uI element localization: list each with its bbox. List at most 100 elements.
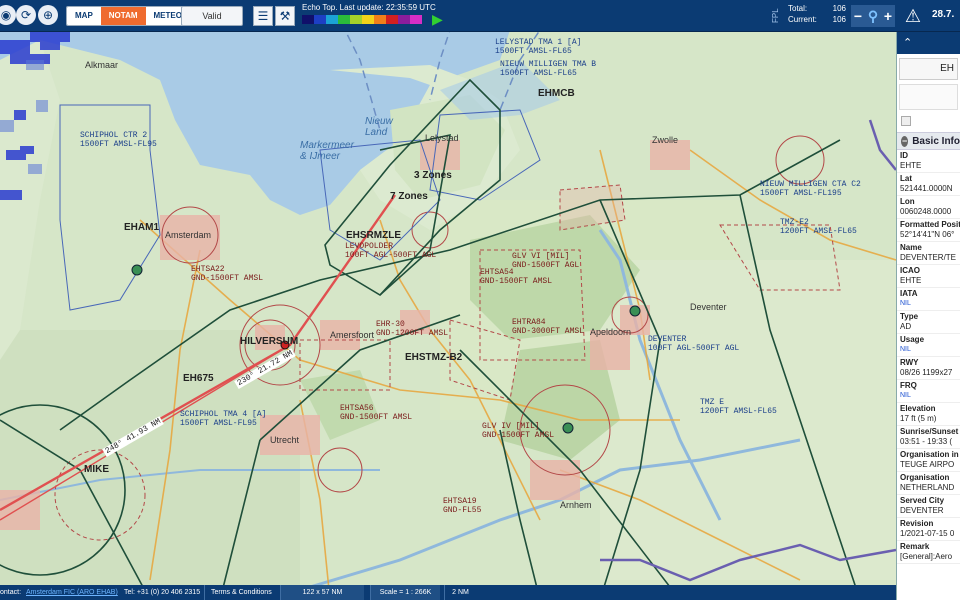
echo-color-swatch bbox=[398, 15, 410, 24]
info-field: Organisation NETHERLAND bbox=[897, 472, 960, 495]
echo-color-swatch bbox=[314, 15, 326, 24]
info-field-value[interactable]: NIL bbox=[900, 345, 957, 355]
town-label: Amsterdam bbox=[165, 230, 212, 240]
ehstmz-b2-label[interactable]: EHSTMZ-B2 bbox=[405, 352, 462, 363]
info-field-key: Organisation bbox=[900, 473, 950, 482]
eh675-label[interactable]: EH675 bbox=[183, 373, 214, 384]
ruler-icon[interactable]: ⚒ bbox=[275, 6, 295, 26]
info-field-key: Lon bbox=[900, 197, 915, 206]
ctr-label: TMZ-E2 1200FT AMSL-FL65 bbox=[780, 218, 857, 236]
refresh-icon[interactable]: ⟳ bbox=[16, 5, 36, 25]
total-value: 106 bbox=[832, 4, 846, 13]
scale-readout: Scale = 1 : 266K bbox=[370, 585, 440, 600]
zone-label: EHTRA84 GND-3000FT AMSL bbox=[512, 318, 585, 336]
ehsrmzle-label[interactable]: EHSRMZLE bbox=[346, 230, 401, 241]
info-field-value[interactable]: NIL bbox=[900, 299, 957, 309]
town-label: Alkmaar bbox=[85, 60, 119, 70]
ctr-label: NIEUW MILLIGEN TMA B 1500FT AMSL-FL65 bbox=[500, 60, 597, 78]
contact-link[interactable]: Amsterdam FIC (ARO EHAB) bbox=[26, 585, 118, 600]
echo-color-swatch bbox=[338, 15, 350, 24]
zones-label[interactable]: 7 Zones bbox=[390, 191, 428, 202]
zoom-out-icon[interactable]: − bbox=[854, 8, 862, 24]
town-label: Zwolle bbox=[652, 135, 679, 145]
echo-title: Echo Top. Last update: 22:35:59 UTC bbox=[302, 3, 436, 12]
search-icon[interactable]: ⚲ bbox=[868, 8, 878, 25]
zoom-in-icon[interactable]: + bbox=[884, 8, 892, 24]
info-field: ICAO EHTE bbox=[897, 265, 960, 288]
panel-checkbox[interactable] bbox=[901, 116, 911, 126]
panel-header[interactable]: ⌃ bbox=[897, 32, 960, 54]
terms-link[interactable]: Terms & Conditions bbox=[204, 585, 278, 600]
notam-tab[interactable]: NOTAM bbox=[100, 7, 146, 25]
distance-readout: 2 NM bbox=[444, 585, 476, 600]
panel-blank-field[interactable] bbox=[899, 84, 958, 110]
info-field: Organisation in CTEUGE AIRPO bbox=[897, 449, 960, 472]
warning-icon[interactable]: ⚠ bbox=[901, 4, 925, 28]
info-field-key: Type bbox=[900, 312, 919, 321]
info-field-key: Served City bbox=[900, 496, 945, 505]
zone-label: EHTSA56 GND-1500FT AMSL bbox=[340, 404, 413, 422]
info-field-key: Usage bbox=[900, 335, 925, 344]
layer-switch: MAP NOTAM METEO bbox=[66, 6, 191, 26]
town-label: Lelystad bbox=[425, 133, 459, 143]
info-field-value: EHTE bbox=[900, 276, 922, 285]
globe-icon[interactable]: ◉ bbox=[0, 5, 16, 25]
zones-label[interactable]: 3 Zones bbox=[414, 170, 452, 181]
info-panel: ⌃ EH − Basic Info ID EHTE Lat 521441.0000N L… bbox=[896, 32, 960, 600]
map-view[interactable]: Markermeer & IJmeer Nieuw Land Alkmaar Lel… bbox=[0, 0, 896, 600]
echo-color-swatch bbox=[302, 15, 314, 24]
echo-color-swatch bbox=[362, 15, 374, 24]
zoom-controls: − ⚲ + bbox=[851, 5, 895, 27]
globe-grid-icon[interactable]: ⊕ bbox=[38, 5, 58, 25]
status-bar: ontact: Amsterdam FIC (ARO EHAB) Tel: +3… bbox=[0, 585, 896, 600]
info-field: Type AD bbox=[897, 311, 960, 334]
info-field-key: IATA bbox=[900, 289, 918, 298]
chevron-up-icon[interactable]: ⌃ bbox=[903, 37, 912, 49]
info-field: Served City DEVENTER bbox=[897, 495, 960, 518]
list-icon[interactable]: ☰ bbox=[253, 6, 273, 26]
info-field: Formatted Posit 52°14'41"N 06° bbox=[897, 219, 960, 242]
info-field-value: AD bbox=[900, 322, 912, 331]
basic-info-header[interactable]: − Basic Info bbox=[897, 132, 960, 150]
info-field: RWY 08/26 1199x27 bbox=[897, 357, 960, 380]
basic-info-title: Basic Info bbox=[912, 135, 960, 147]
map-tab[interactable]: MAP bbox=[67, 7, 101, 25]
info-field-key: Remark bbox=[900, 542, 930, 551]
fpl-label[interactable]: FPL bbox=[771, 3, 785, 29]
zone-label: GLV VI [MIL] GND-1500FT AGL bbox=[512, 252, 580, 270]
info-field-value: 521441.0000N bbox=[900, 184, 953, 193]
zone-label: EHTSA54 GND-1500FT AMSL bbox=[480, 268, 553, 286]
play-icon[interactable]: ▶ bbox=[432, 11, 443, 28]
eham1-label[interactable]: EHAM1 bbox=[124, 222, 159, 233]
info-field: Lat 521441.0000N bbox=[897, 173, 960, 196]
info-field-value: 52°14'41"N 06° bbox=[900, 230, 955, 239]
info-field-value: TEUGE AIRPO bbox=[900, 460, 955, 469]
info-field-value: DEVENTER/TE bbox=[900, 253, 957, 262]
info-field-value: NETHERLAND bbox=[900, 483, 955, 492]
echo-color-swatch bbox=[374, 15, 386, 24]
info-field: Sunrise/Sunset 03:51 - 19:33 ( bbox=[897, 426, 960, 449]
info-field: Lon 0060248.0000 bbox=[897, 196, 960, 219]
info-field: Name DEVENTER/TE bbox=[897, 242, 960, 265]
collapse-icon[interactable]: − bbox=[901, 135, 909, 147]
info-field-value: 03:51 - 19:33 ( bbox=[900, 437, 953, 446]
ctr-label: DEVENTER 100FT AGL-500FT AGL bbox=[648, 335, 740, 353]
info-field-value[interactable]: NIL bbox=[900, 391, 957, 401]
info-field: Revision 1/2021-07-15 0 bbox=[897, 518, 960, 541]
panel-name-field[interactable]: EH bbox=[899, 58, 958, 80]
valid-button[interactable]: Valid bbox=[181, 6, 243, 26]
area-readout: 122 x 57 NM bbox=[280, 585, 364, 600]
info-field-key: Elevation bbox=[900, 404, 936, 413]
info-field-key: ID bbox=[900, 151, 908, 160]
town-label: Apeldoorn bbox=[590, 327, 632, 337]
info-field: Remark [General]:Aero bbox=[897, 541, 960, 564]
info-field-key: ICAO bbox=[900, 266, 920, 275]
contact-label: ontact: bbox=[0, 589, 22, 596]
info-field-value: 1/2021-07-15 0 bbox=[900, 529, 955, 538]
mike-label[interactable]: MIKE bbox=[84, 464, 109, 475]
info-field: IATA NIL bbox=[897, 288, 960, 311]
hilversum-label[interactable]: HILVERSUM bbox=[240, 336, 298, 347]
tel-text: Tel: +31 (0) 20 406 2315 bbox=[124, 589, 201, 596]
info-field-value: [General]:Aero bbox=[900, 552, 953, 561]
ehmcb-label[interactable]: EHMCB bbox=[538, 88, 575, 99]
